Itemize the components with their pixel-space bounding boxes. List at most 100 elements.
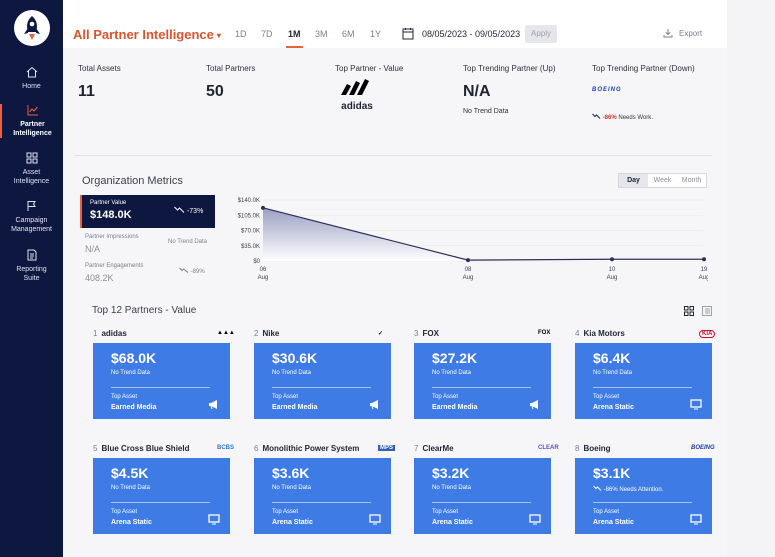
partner-value: $27.2K (432, 350, 478, 366)
rocket-logo-icon[interactable] (14, 10, 50, 46)
partner-name[interactable]: Nike (262, 329, 279, 338)
partner-card-header: 3 FOX (414, 329, 439, 338)
partner-value: $3.1K (593, 465, 631, 481)
partner-rank: 4 (575, 329, 580, 338)
range-1m[interactable]: 1M (286, 29, 302, 48)
partner-value-metric[interactable]: Partner Value $148.0K -73% (80, 195, 215, 228)
bcbs-logo-icon: BCBS (217, 445, 235, 451)
range-1d[interactable]: 1D (235, 29, 247, 39)
top-asset-name: Arena Static (432, 519, 473, 526)
x-tick-label: Aug (607, 275, 618, 281)
partner-trend-note: No Trend Data (111, 370, 151, 376)
asset-type-icon-wrap (529, 512, 541, 530)
trend-down-icon (174, 206, 185, 213)
partner-name[interactable]: Kia Motors (583, 329, 624, 338)
trend-down-icon (593, 485, 602, 491)
partner-card[interactable]: $3.1K -86% Needs Attention. Top Asset Aren… (575, 458, 712, 534)
divider (75, 155, 712, 156)
top-asset-label: Top Asset (432, 509, 459, 515)
megaphone-icon (530, 400, 538, 410)
partner-value: $3.6K (272, 465, 310, 481)
partner-card[interactable]: $68.0K No Trend Data Top Asset Earned Media (93, 343, 230, 419)
nav-asset-label-2: Intelligence (13, 178, 50, 185)
kpi-trending-down-label: Top Trending Partner (Down) (592, 64, 695, 73)
megaphone-icon (370, 400, 378, 410)
partner-trend-note: No Trend Data (432, 370, 472, 376)
toggle-month[interactable]: Month (677, 174, 706, 187)
nav-campaign-label-2: Management (11, 226, 52, 233)
partner-trend-note: No Trend Data (111, 485, 151, 491)
partner-card[interactable]: $27.2K No Trend Data Top Asset Earned Media (414, 343, 551, 419)
partner-name[interactable]: Blue Cross Blue Shield (101, 444, 189, 453)
partner-card-header: 6 Monolithic Power System (254, 444, 359, 453)
screen-icon (529, 514, 541, 525)
range-1y[interactable]: 1Y (370, 29, 381, 39)
y-tick-label: $0 (253, 259, 260, 265)
chart-point[interactable] (610, 257, 614, 262)
top-asset-label: Top Asset (111, 394, 138, 400)
partner-name[interactable]: Boeing (583, 444, 610, 453)
mps-logo-icon: MPS (378, 445, 396, 451)
nav-asset-intelligence[interactable]: Asset Intelligence (0, 152, 63, 186)
nav-campaign-label-1: Campaign (15, 217, 48, 224)
top-asset-name: Earned Media (111, 404, 157, 411)
partner-name[interactable]: FOX (422, 329, 438, 338)
range-7d[interactable]: 7D (261, 29, 273, 39)
impressions-note: No Trend Data (168, 239, 208, 245)
top-partners-title: Top 12 Partners - Value (92, 305, 197, 316)
impressions-label: Partner Impressions (85, 234, 139, 240)
clear-logo-icon: CLEAR (538, 445, 559, 451)
chart-point[interactable] (702, 257, 706, 262)
partner-card-header: 4 Kia Motors (575, 329, 625, 338)
y-tick-label: $140.0K (238, 198, 260, 204)
partner-card[interactable]: $6.4K No Trend Data Top Asset Arena Static (575, 343, 712, 419)
kpi-total-assets-label: Total Assets (78, 64, 121, 73)
card-divider (111, 502, 210, 503)
toggle-day[interactable]: Day (619, 174, 648, 187)
nav-home-label: Home (22, 83, 41, 90)
partner-rank: 2 (254, 329, 259, 338)
partner-name[interactable]: Monolithic Power System (262, 444, 359, 453)
range-6m[interactable]: 6M (342, 29, 355, 39)
nav-home[interactable]: Home (0, 66, 63, 91)
nav-reporting-suite[interactable]: Reporting Suite (0, 249, 63, 283)
range-3m[interactable]: 3M (315, 29, 328, 39)
partner-scope-dropdown[interactable]: All Partner Intelligence ▾ (73, 27, 221, 42)
grid-view-icon[interactable] (684, 306, 694, 316)
screen-icon (690, 399, 702, 410)
granularity-toggle: Day Week Month (618, 173, 707, 188)
apply-button[interactable]: Apply (525, 25, 557, 43)
main-content: Total Assets 11 Total Partners 50 Top Pa… (63, 48, 727, 557)
top-asset-label: Top Asset (432, 394, 459, 400)
partner-card[interactable]: $30.6K No Trend Data Top Asset Earned Media (254, 343, 391, 419)
page-title: All Partner Intelligence (73, 27, 214, 42)
partner-card[interactable]: $3.6K No Trend Data Top Asset Arena Static (254, 458, 391, 534)
partner-value-change: -73% (174, 206, 203, 215)
nav-partner-intelligence[interactable]: Partner Intelligence (0, 104, 63, 138)
top-asset-label: Top Asset (593, 394, 620, 400)
top-asset-label: Top Asset (593, 509, 620, 515)
partner-card[interactable]: $4.5K No Trend Data Top Asset Arena Static (93, 458, 230, 534)
engagements-label: Partner Engagements (85, 263, 144, 269)
swoosh-logo-icon: ✓ (378, 331, 384, 337)
chart-point[interactable] (261, 205, 265, 210)
chart-point[interactable] (466, 258, 470, 263)
top-asset-name: Earned Media (432, 404, 478, 411)
partner-name[interactable]: ClearMe (422, 444, 453, 453)
engagements-value: 408.2K (85, 273, 114, 283)
date-range-picker[interactable]: 08/05/2023 - 09/05/2023 (422, 29, 520, 39)
export-button[interactable]: Export (663, 28, 702, 38)
top-asset-label: Top Asset (272, 394, 299, 400)
grid-icon (26, 152, 37, 164)
toggle-week[interactable]: Week (648, 174, 677, 187)
partner-name[interactable]: adidas (101, 329, 126, 338)
kpi-total-partners: Total Partners 50 (206, 64, 255, 101)
nav-campaign-management[interactable]: Campaign Management (0, 200, 63, 234)
nav-reporting-label-2: Suite (23, 275, 40, 282)
calendar-icon[interactable] (402, 27, 414, 40)
list-view-icon[interactable] (702, 306, 712, 316)
card-divider (111, 387, 210, 388)
y-tick-label: $70.0K (241, 229, 260, 235)
partner-card[interactable]: $3.2K No Trend Data Top Asset Arena Static (414, 458, 551, 534)
partner-rank: 6 (254, 444, 259, 453)
